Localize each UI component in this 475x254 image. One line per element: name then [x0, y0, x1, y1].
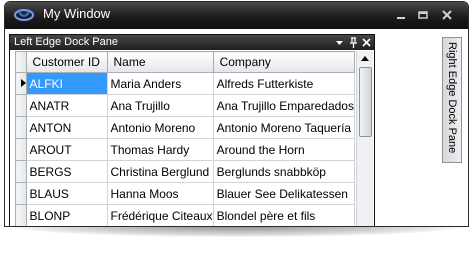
grid-header-row: Customer ID Name Company: [15, 51, 355, 73]
table-row[interactable]: AROUT Thomas Hardy Around the Horn: [15, 138, 355, 161]
cell-name[interactable]: Maria Anders: [106, 72, 214, 95]
client-area: Left Edge Dock Pane Customer ID Name Com…: [5, 29, 468, 226]
cell-name[interactable]: Christina Berglund: [106, 160, 214, 183]
app-icon: [14, 9, 34, 21]
cell-company[interactable]: Alfreds Futterkiste: [212, 72, 355, 95]
row-header-cell[interactable]: [15, 116, 27, 139]
cell-customer-id[interactable]: BLONP: [25, 204, 108, 226]
column-header-company[interactable]: Company: [212, 51, 355, 73]
cell-customer-id[interactable]: BLAUS: [25, 182, 108, 205]
row-header-cell[interactable]: [15, 138, 27, 161]
cell-company[interactable]: Blondel père et fils: [212, 204, 355, 226]
cell-company[interactable]: Berglunds snabbköp: [212, 160, 355, 183]
column-header-name[interactable]: Name: [106, 51, 214, 73]
table-row[interactable]: BERGS Christina Berglund Berglunds snabbkö…: [15, 160, 355, 183]
window-title: My Window: [43, 6, 111, 21]
pane-close-icon[interactable]: [360, 36, 373, 49]
table-row[interactable]: ANTON Antonio Moreno Antonio Moreno Taquer…: [15, 116, 355, 139]
minimize-icon[interactable]: [394, 8, 408, 22]
title-bar[interactable]: My Window: [5, 2, 468, 29]
main-window: My Window Left Edge Dock Pane Customer I…: [4, 1, 469, 227]
table-row[interactable]: ALFKI Maria Anders Alfreds Futterkiste: [15, 72, 355, 95]
table-row[interactable]: BLONP Frédérique Citeaux Blondel père et f…: [15, 204, 355, 226]
cell-company[interactable]: Antonio Moreno Taquería: [212, 116, 355, 139]
grid-corner-cell[interactable]: [15, 51, 27, 73]
row-header-cell[interactable]: [15, 94, 27, 117]
left-dock-pane-title: Left Edge Dock Pane: [14, 36, 118, 48]
pane-menu-chevron-icon[interactable]: [333, 36, 346, 49]
column-header-customer-id[interactable]: Customer ID: [25, 51, 108, 73]
right-dock-pane-title: Right Edge Dock Pane: [446, 42, 458, 154]
row-header-cell[interactable]: [15, 72, 27, 95]
left-dock-pane: Left Edge Dock Pane Customer ID Name Com…: [9, 34, 375, 226]
row-header-cell[interactable]: [15, 160, 27, 183]
cell-name[interactable]: Thomas Hardy: [106, 138, 214, 161]
row-header-cell[interactable]: [15, 204, 27, 226]
cell-name[interactable]: Frédérique Citeaux: [106, 204, 214, 226]
scroll-up-arrow-icon[interactable]: [359, 53, 371, 65]
left-dock-pane-header[interactable]: Left Edge Dock Pane: [10, 35, 374, 50]
row-header-cell[interactable]: [15, 182, 27, 205]
vertical-scrollbar[interactable]: [356, 51, 373, 226]
cell-name[interactable]: Antonio Moreno: [106, 116, 214, 139]
table-row[interactable]: ANATR Ana Trujillo Ana Trujillo Emparedado…: [15, 94, 355, 117]
pin-icon[interactable]: [347, 36, 360, 49]
cell-customer-id[interactable]: BERGS: [25, 160, 108, 183]
customer-grid: Customer ID Name Company ALFKI Maria Ande…: [15, 51, 355, 226]
cell-name[interactable]: Ana Trujillo: [106, 94, 214, 117]
cell-company[interactable]: Ana Trujillo Emparedados: [212, 94, 355, 117]
cell-company[interactable]: Around the Horn: [212, 138, 355, 161]
right-dock-pane-tab[interactable]: Right Edge Dock Pane: [442, 37, 462, 163]
cell-customer-id[interactable]: AROUT: [25, 138, 108, 161]
cell-customer-id[interactable]: ALFKI: [25, 72, 108, 95]
table-row[interactable]: BLAUS Hanna Moos Blauer See Delikatessen: [15, 182, 355, 205]
cell-customer-id[interactable]: ANATR: [25, 94, 108, 117]
cell-company[interactable]: Blauer See Delikatessen: [212, 182, 355, 205]
maximize-icon[interactable]: [416, 8, 430, 22]
current-row-indicator-icon: [21, 79, 26, 87]
cell-customer-id[interactable]: ANTON: [25, 116, 108, 139]
scrollbar-thumb[interactable]: [359, 67, 372, 137]
cell-name[interactable]: Hanna Moos: [106, 182, 214, 205]
close-icon[interactable]: [440, 8, 454, 22]
